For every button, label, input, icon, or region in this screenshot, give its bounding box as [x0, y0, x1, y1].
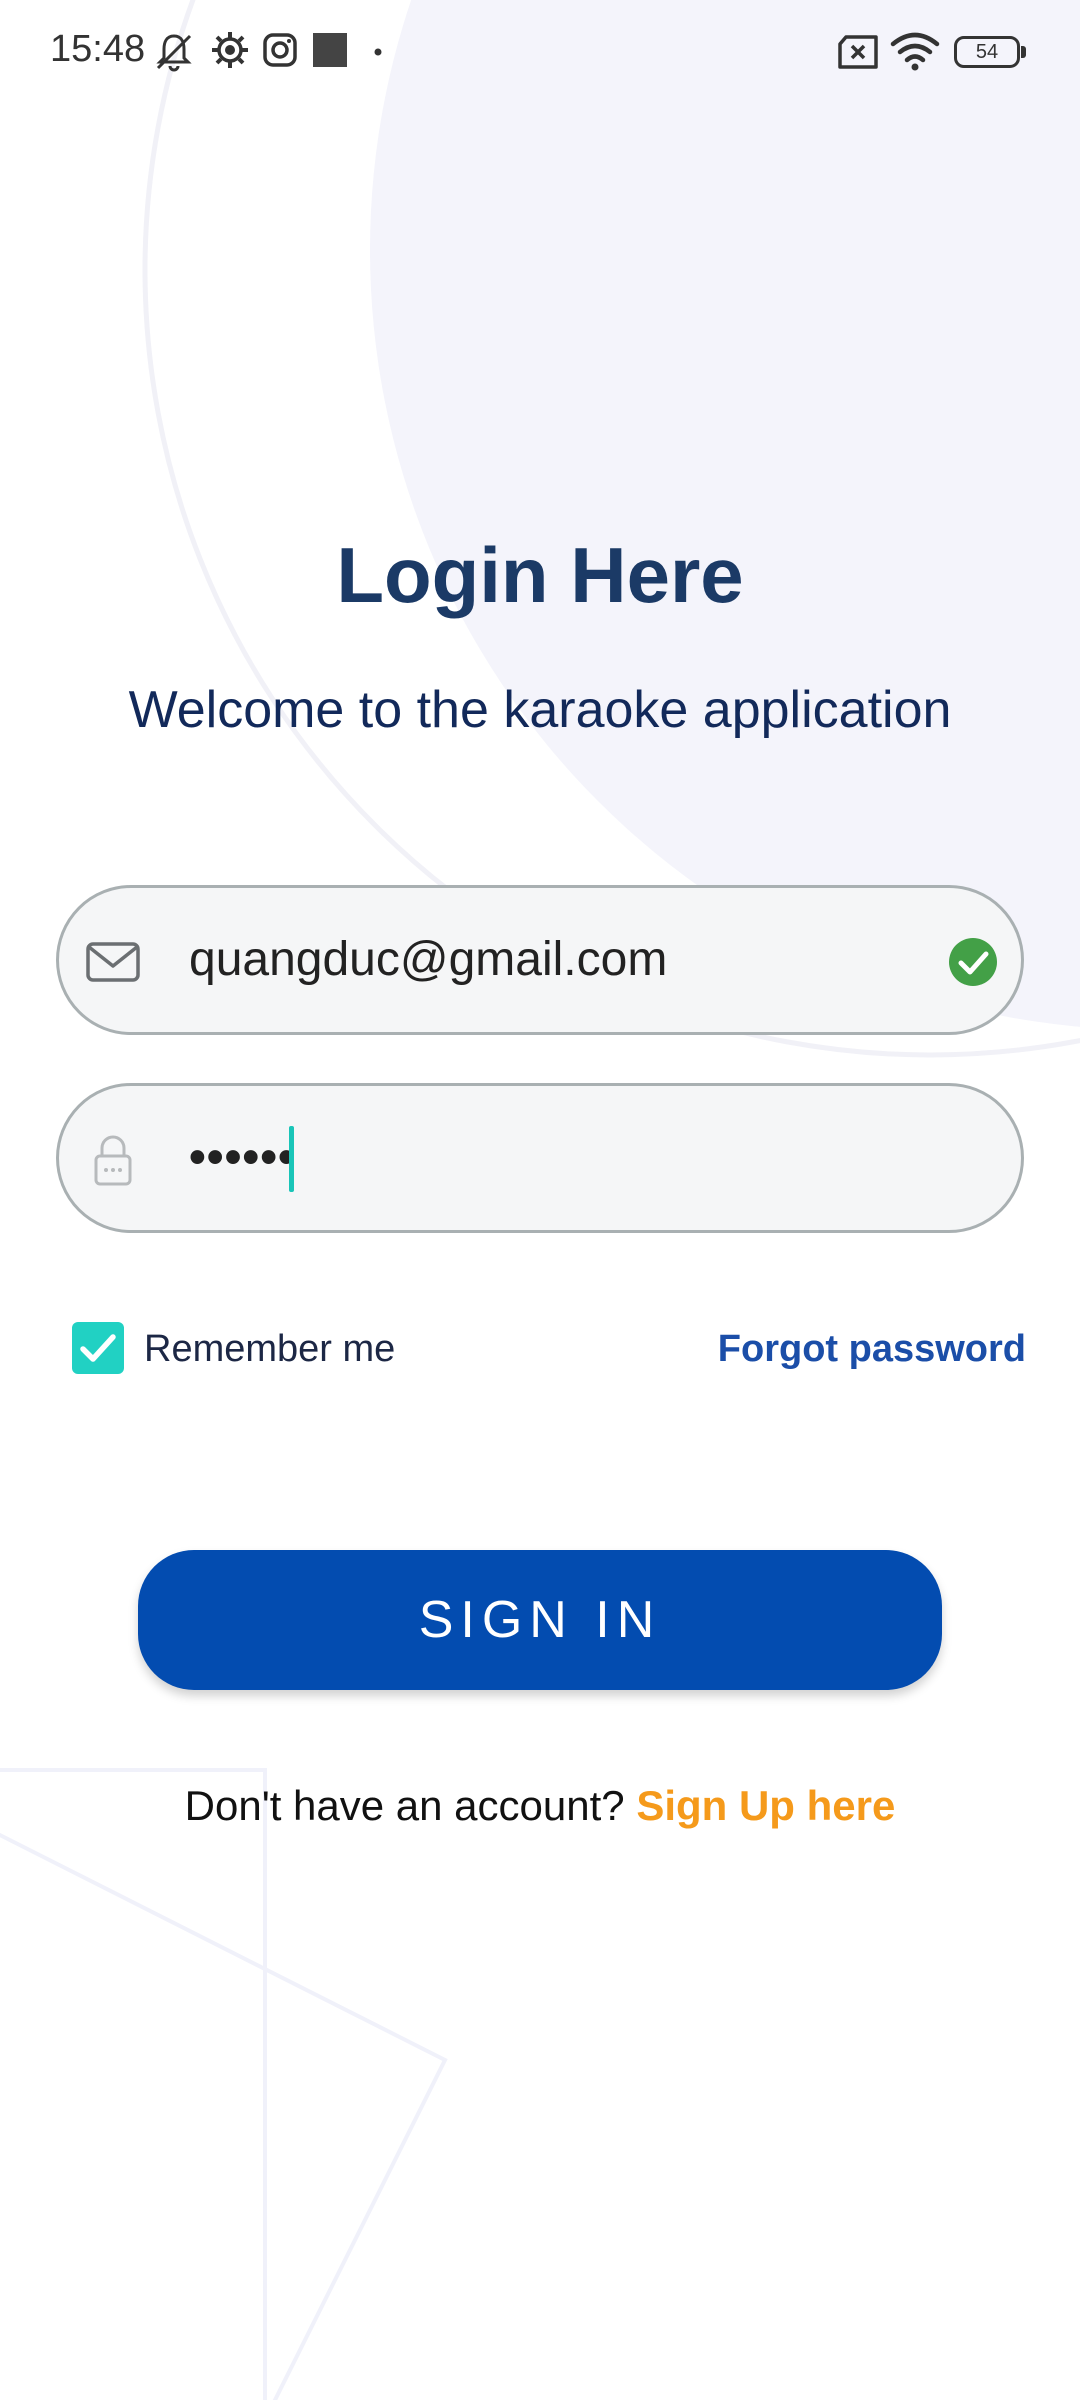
status-time: 15:48 [50, 28, 146, 70]
mail-icon [86, 942, 140, 982]
status-bar: 15:48 54 [0, 0, 1080, 105]
instagram-icon [263, 33, 297, 67]
page-title: Login Here [336, 531, 744, 619]
sim-x-icon [838, 35, 878, 69]
dot-icon [374, 48, 382, 56]
text-cursor [289, 1126, 294, 1192]
settings-icon [212, 32, 248, 68]
sign-in-button[interactable]: SIGN IN [138, 1550, 942, 1690]
battery-level: 54 [975, 41, 999, 63]
bell-muted-icon [156, 34, 192, 72]
lock-icon [94, 1135, 132, 1186]
remember-label[interactable]: Remember me [144, 1328, 395, 1371]
square-icon [313, 33, 347, 67]
password-field[interactable]: •••••• [56, 1083, 1024, 1233]
signup-prompt: Don't have an account? [184, 1782, 625, 1829]
sign-up-link[interactable]: Sign Up here [636, 1782, 895, 1829]
checkmark-icon [80, 1334, 116, 1362]
remember-checkbox[interactable] [72, 1322, 124, 1374]
battery-icon: 54 [954, 36, 1026, 68]
email-value[interactable]: quangduc@gmail.com [189, 888, 667, 1032]
signup-row: Don't have an account? Sign Up here [0, 1782, 1080, 1830]
check-circle-icon [949, 938, 997, 986]
page-subtitle: Welcome to the karaoke application [128, 681, 952, 739]
email-field[interactable]: quangduc@gmail.com [56, 885, 1024, 1035]
password-value[interactable]: •••••• [189, 1086, 296, 1230]
forgot-password-link[interactable]: Forgot password [718, 1328, 1026, 1371]
wifi-icon [890, 32, 940, 71]
